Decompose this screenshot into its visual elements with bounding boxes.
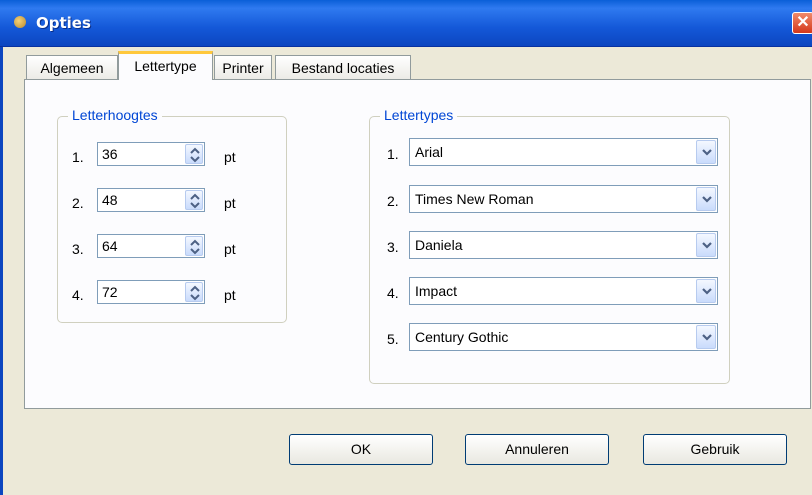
font-family-index: 2.	[387, 193, 399, 209]
dropdown-button[interactable]	[696, 233, 716, 257]
font-family-legend: Lettertypes	[380, 107, 458, 123]
font-family-index: 3.	[387, 239, 399, 255]
font-size-index: 3.	[72, 241, 84, 257]
dropdown-button[interactable]	[696, 325, 716, 349]
font-size-value: 72	[102, 284, 118, 300]
ok-button[interactable]: OK	[289, 434, 433, 465]
apply-button[interactable]: Gebruik	[643, 434, 787, 465]
font-family-index: 5.	[387, 331, 399, 347]
spinner-arrows[interactable]	[185, 282, 203, 302]
font-size-index: 1.	[72, 149, 84, 165]
chevron-down-icon	[702, 149, 712, 156]
tab-label: Bestand locaties	[291, 60, 395, 76]
font-family-select-1[interactable]: Arial	[409, 138, 718, 166]
selected-font: Century Gothic	[415, 329, 509, 345]
font-size-unit: pt	[224, 195, 236, 211]
chevron-down-icon	[702, 196, 712, 203]
chevron-down-icon	[702, 288, 712, 295]
selected-font: Impact	[415, 283, 458, 299]
font-size-spinner-2[interactable]: 48	[97, 188, 205, 212]
dropdown-button[interactable]	[696, 187, 716, 211]
tab-printer[interactable]: Printer	[214, 55, 272, 79]
up-down-arrow-icon	[190, 285, 200, 301]
cancel-button[interactable]: Annuleren	[465, 434, 609, 465]
dropdown-button[interactable]	[696, 140, 716, 164]
up-down-arrow-icon	[190, 239, 200, 255]
dropdown-button[interactable]	[696, 279, 716, 303]
tab-bestand-locaties[interactable]: Bestand locaties	[275, 55, 411, 79]
close-button[interactable]: ✕	[792, 12, 812, 34]
font-size-spinner-3[interactable]: 64	[97, 234, 205, 258]
close-icon: ✕	[796, 14, 810, 31]
button-label: OK	[350, 441, 372, 457]
app-icon	[14, 16, 26, 28]
spinner-arrows[interactable]	[185, 144, 203, 164]
font-size-spinner-4[interactable]: 72	[97, 280, 205, 304]
font-size-spinner-1[interactable]: 36	[97, 142, 205, 166]
font-family-index: 4.	[387, 285, 399, 301]
tab-label: Algemeen	[40, 60, 104, 76]
font-size-index: 4.	[72, 287, 84, 303]
selected-font: Arial	[415, 144, 444, 160]
spinner-arrows[interactable]	[185, 190, 203, 210]
tab-algemeen[interactable]: Algemeen	[26, 55, 118, 79]
chevron-down-icon	[702, 334, 712, 341]
font-family-group: Lettertypes 1. Arial 2. Times New Roman …	[369, 107, 730, 384]
font-family-index: 1.	[387, 146, 399, 162]
up-down-arrow-icon	[190, 147, 200, 163]
chevron-down-icon	[702, 242, 712, 249]
tab-label: Lettertype	[134, 58, 197, 74]
button-label: Gebruik	[690, 441, 740, 457]
font-family-select-5[interactable]: Century Gothic	[409, 323, 718, 351]
tab-lettertype[interactable]: Lettertype	[118, 51, 213, 80]
font-family-select-4[interactable]: Impact	[409, 277, 718, 305]
window-title: Opties	[36, 14, 91, 32]
selected-font: Times New Roman	[415, 191, 534, 207]
font-size-group: Letterhoogtes 1. 36 pt 2. 48 pt 3. 64 pt…	[57, 107, 287, 323]
font-size-legend: Letterhoogtes	[68, 107, 162, 123]
up-down-arrow-icon	[190, 193, 200, 209]
font-size-value: 64	[102, 238, 118, 254]
selected-font: Daniela	[415, 237, 463, 253]
font-family-select-2[interactable]: Times New Roman	[409, 185, 718, 213]
font-size-unit: pt	[224, 287, 236, 303]
tab-panel-lettertype: Letterhoogtes 1. 36 pt 2. 48 pt 3. 64 pt…	[24, 79, 811, 409]
font-size-unit: pt	[224, 241, 236, 257]
font-size-index: 2.	[72, 195, 84, 211]
font-size-value: 36	[102, 146, 118, 162]
font-size-unit: pt	[224, 149, 236, 165]
font-size-value: 48	[102, 192, 118, 208]
spinner-arrows[interactable]	[185, 236, 203, 256]
title-bar[interactable]: Opties ✕	[0, 0, 812, 47]
tab-label: Printer	[222, 60, 264, 76]
font-family-select-3[interactable]: Daniela	[409, 231, 718, 259]
button-label: Annuleren	[505, 441, 569, 457]
